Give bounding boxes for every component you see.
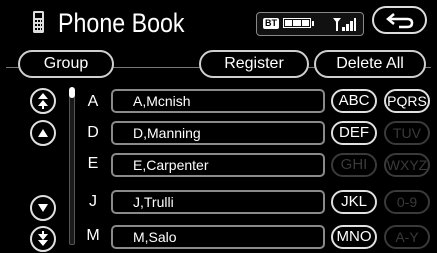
group-button[interactable]: Group	[18, 50, 114, 78]
index-mno-button[interactable]: MNO	[331, 225, 377, 249]
index-wxyz-button: WXYZ	[384, 153, 430, 177]
page-up-button[interactable]	[30, 88, 56, 114]
page-down-button[interactable]	[30, 226, 56, 252]
scrollbar-track[interactable]	[69, 90, 75, 245]
row-letter: M	[86, 227, 100, 244]
contact-entry[interactable]: D,Manning	[111, 121, 325, 145]
contact-entry[interactable]: J,Trulli	[111, 190, 325, 214]
delete-all-button[interactable]: Delete All	[314, 50, 426, 78]
index-tuv-button: TUV	[384, 121, 430, 145]
phone-handset-icon	[33, 11, 44, 33]
page-title: Phone Book	[58, 8, 185, 38]
row-letter: J	[89, 193, 97, 210]
row-letter: A	[87, 93, 99, 110]
signal-strength-icon	[333, 18, 356, 31]
battery-tip	[312, 21, 314, 26]
contact-entry[interactable]: M,Salo	[111, 225, 325, 249]
back-button[interactable]	[372, 6, 427, 34]
battery-icon	[283, 18, 311, 28]
scroll-up-button[interactable]	[30, 120, 56, 146]
contact-entry[interactable]: E,Carpenter	[111, 153, 325, 177]
index-0-9-button: 0-9	[384, 190, 430, 214]
index-abc-button[interactable]: ABC	[331, 89, 377, 113]
down-arrow-icon	[38, 204, 48, 212]
scrollbar-thumb[interactable]	[69, 87, 75, 98]
bluetooth-badge: BT	[263, 18, 279, 29]
index-jkl-button[interactable]: JKL	[331, 190, 377, 214]
double-down-arrow-icon	[38, 231, 48, 246]
register-button[interactable]: Register	[199, 50, 309, 78]
up-arrow-icon	[38, 129, 48, 137]
back-arrow-icon	[385, 13, 413, 29]
row-letter: D	[87, 124, 99, 141]
scroll-down-button[interactable]	[30, 195, 56, 221]
contact-entry[interactable]: A,Mcnish	[111, 89, 325, 113]
row-letter: E	[87, 155, 99, 172]
index-a-y-button: A-Y	[384, 225, 430, 249]
index-def-button[interactable]: DEF	[331, 121, 377, 145]
index-pqrs-button[interactable]: PQRS	[384, 89, 430, 113]
index-ghi-button: GHI	[331, 153, 377, 177]
status-indicators: BT	[256, 12, 364, 36]
double-up-arrow-icon	[38, 93, 48, 109]
